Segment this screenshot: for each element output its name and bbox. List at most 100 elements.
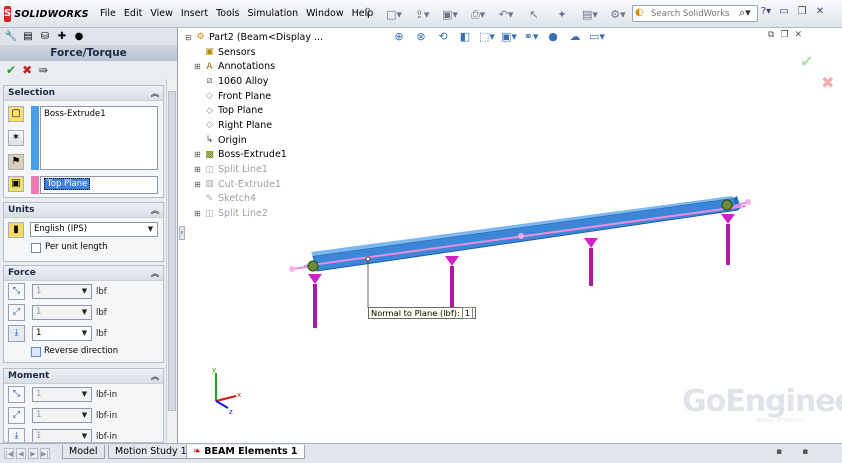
force-value-1-input[interactable]: 1 ▼ <box>32 284 92 299</box>
collapse-icon[interactable]: ⊟ <box>185 33 194 42</box>
cancel-x-icon[interactable]: ✖ <box>22 63 32 77</box>
hide-show-items-icon[interactable]: ⚭▾ <box>522 30 540 46</box>
close-icon[interactable]: ✕ <box>814 6 826 17</box>
force-group-header[interactable]: Force ︽ <box>4 266 163 281</box>
collapse-chevron-icon[interactable]: ︽ <box>151 266 159 281</box>
tree-item[interactable]: ◇ Top Plane <box>185 103 323 118</box>
tooltip-value-input[interactable]: 1 <box>461 307 474 319</box>
confirmation-cancel-icon[interactable]: ✖ <box>821 73 834 92</box>
menu-window[interactable]: Window <box>302 8 347 19</box>
force-value-3-input[interactable]: 1 ▼ <box>32 326 92 341</box>
direction-reference-listbox[interactable]: Top Plane <box>40 176 158 194</box>
selection-group-header[interactable]: Selection ︽ <box>4 86 163 101</box>
previous-view-icon[interactable]: ⟲ <box>434 30 452 46</box>
display-style-icon[interactable]: ▣▾ <box>500 30 518 46</box>
save-icon[interactable]: ▣▾ <box>438 6 462 22</box>
collapse-chevron-icon[interactable]: ︽ <box>151 203 159 218</box>
reverse-direction-checkbox[interactable] <box>31 347 41 357</box>
force-arrow-1[interactable] <box>308 274 322 328</box>
normal-force-icon[interactable]: ✶ <box>8 130 24 146</box>
select-icon[interactable]: ↖ <box>522 6 546 22</box>
tree-item[interactable]: ⊞ ◫ Split Line2 <box>185 206 323 221</box>
status-left-icon[interactable]: ▪ <box>776 447 782 457</box>
tree-item[interactable]: ⊞ A Annotations <box>185 59 323 74</box>
minimize-icon[interactable]: ▭ <box>778 6 790 17</box>
moment-value-3-input[interactable]: 1 ▼ <box>32 429 92 442</box>
force-arrow-4[interactable] <box>721 214 735 265</box>
direction-face-icon[interactable]: ▣ <box>8 176 24 192</box>
dropdown-arrow-icon[interactable]: ▼ <box>79 389 90 400</box>
menu-pin-icon[interactable]: ⚲ <box>364 7 376 19</box>
next-tab-icon[interactable]: ▶ <box>28 448 38 459</box>
dropdown-arrow-icon[interactable]: ▼ <box>79 307 90 318</box>
menu-simulation[interactable]: Simulation <box>244 8 303 19</box>
undo-icon[interactable]: ↶▾ <box>494 6 518 22</box>
force-value-tooltip[interactable]: Normal to Plane (lbf): 1 <box>368 307 477 319</box>
force-arrow-2[interactable] <box>445 256 459 307</box>
tree-item[interactable]: ✎ Sketch4 <box>185 192 323 207</box>
new-document-icon[interactable]: □▾ <box>382 6 406 22</box>
property-manager-scrollbar[interactable] <box>166 79 176 443</box>
menu-insert[interactable]: Insert <box>177 8 212 19</box>
tree-item[interactable]: ⊞ ▨ Cut-Extrude1 <box>185 177 323 192</box>
tree-item[interactable]: ⊟ ⚙ Part2 (Beam<Display ... <box>185 30 323 45</box>
collapse-chevron-icon[interactable]: ︽ <box>151 86 159 101</box>
force-direction-3-icon[interactable]: ⤓ <box>8 325 25 342</box>
open-icon[interactable]: ⇪▾ <box>410 6 434 22</box>
appearance-tab-icon[interactable]: ● <box>72 30 86 43</box>
moment-direction-1-icon[interactable]: ⤡ <box>8 386 25 403</box>
dropdown-arrow-icon[interactable]: ▼ <box>145 224 156 235</box>
dropdown-arrow-icon[interactable]: ▼ <box>79 286 90 297</box>
rebuild-icon[interactable]: ✦ <box>550 6 574 22</box>
dropdown-arrow-icon[interactable]: ▼ <box>79 328 90 339</box>
tree-item[interactable]: ◇ Right Plane <box>185 118 323 133</box>
moment-direction-3-icon[interactable]: ⤓ <box>8 428 25 442</box>
force-direction-1-icon[interactable]: ⤡ <box>8 283 25 300</box>
doc-restore-icon[interactable]: ❐ <box>780 30 788 40</box>
scrollbar-thumb[interactable] <box>168 91 176 411</box>
zoom-to-fit-icon[interactable]: ⊕ <box>390 30 408 46</box>
tab-beam-elements-1[interactable]: ❧ BEAM Elements 1 <box>186 445 305 459</box>
dimxpert-tab-icon[interactable]: ✚ <box>55 30 69 43</box>
faces-edges-vertices-icon[interactable]: ▢ <box>8 106 24 122</box>
doc-close-icon[interactable]: ✕ <box>795 30 803 40</box>
tab-model[interactable]: Model <box>62 445 105 459</box>
previous-tab-icon[interactable]: ◀ <box>16 448 26 459</box>
menu-file[interactable]: File <box>96 8 120 19</box>
last-tab-icon[interactable]: ▶| <box>40 448 50 459</box>
menu-view[interactable]: View <box>146 8 177 19</box>
search-icon[interactable]: ⌕▾ <box>739 6 751 20</box>
collapse-chevron-icon[interactable]: ︽ <box>151 369 159 384</box>
moment-value-1-input[interactable]: 1 ▼ <box>32 387 92 402</box>
units-group-header[interactable]: Units ︽ <box>4 203 163 218</box>
search-input[interactable] <box>651 6 739 21</box>
tree-item[interactable]: ▣ Sensors <box>185 45 323 60</box>
beam-body[interactable] <box>312 197 739 272</box>
tile-icon[interactable]: ⧉ <box>768 30 774 40</box>
expand-icon[interactable]: ⊞ <box>194 150 203 159</box>
menu-edit[interactable]: Edit <box>120 8 146 19</box>
tree-item[interactable]: ⧄ 1060 Alloy <box>185 74 323 89</box>
panel-collapse-handle[interactable]: ‹ <box>179 226 185 240</box>
first-tab-icon[interactable]: |◀ <box>4 448 14 459</box>
tree-item[interactable]: ↳ Origin <box>185 133 323 148</box>
tab-motion-study-1[interactable]: Motion Study 1 <box>108 445 194 459</box>
feature-manager-tab-icon[interactable]: 🔧 <box>4 30 18 43</box>
configuration-manager-tab-icon[interactable]: ⛁ <box>38 30 52 43</box>
apply-scene-icon[interactable]: ☁ <box>566 30 584 46</box>
pin-icon[interactable]: ⇛ <box>38 63 48 77</box>
print-icon[interactable]: ⎙▾ <box>466 6 490 22</box>
edit-appearance-icon[interactable]: ● <box>544 30 562 46</box>
force-value-2-input[interactable]: 1 ▼ <box>32 305 92 320</box>
section-view-icon[interactable]: ◧ <box>456 30 474 46</box>
search-source-icon[interactable]: ◐ <box>635 7 644 18</box>
confirmation-ok-icon[interactable]: ✔ <box>800 52 813 71</box>
entity-item[interactable]: Boss-Extrude1 <box>44 109 154 119</box>
entities-listbox[interactable]: Boss-Extrude1 <box>40 106 158 170</box>
expand-icon[interactable]: ⊞ <box>194 62 203 71</box>
tree-item[interactable]: ◇ Front Plane <box>185 89 323 104</box>
units-select[interactable]: English (IPS) ▼ <box>30 222 158 237</box>
direction-reference-item[interactable]: Top Plane <box>44 178 91 190</box>
help-icon[interactable]: ?▾ <box>760 6 772 17</box>
view-settings-icon[interactable]: ▭▾ <box>588 30 606 46</box>
